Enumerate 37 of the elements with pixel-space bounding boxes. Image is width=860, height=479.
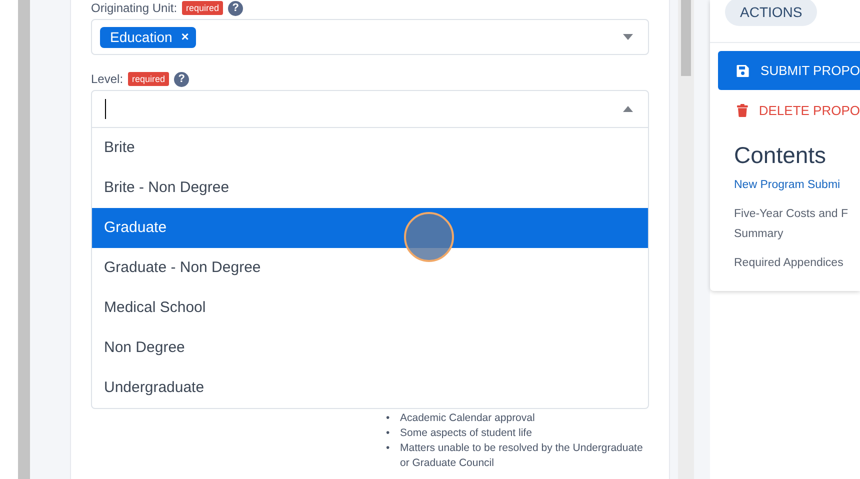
dropdown-option[interactable]: Non Degree bbox=[92, 328, 648, 368]
contents-link[interactable]: New Program Submi bbox=[734, 175, 860, 195]
dropdown-option[interactable]: Graduate - Non Degree bbox=[92, 248, 648, 288]
dropdown-option[interactable]: Medical School bbox=[92, 288, 648, 328]
bullet-item: or Graduate Council bbox=[400, 456, 494, 471]
submit-button[interactable]: SUBMIT PROPO bbox=[718, 51, 860, 90]
dropdown-option[interactable]: Brite - Non Degree bbox=[92, 168, 648, 208]
dropdown-option[interactable]: Graduate bbox=[92, 208, 648, 248]
contents-heading: Contents bbox=[734, 142, 828, 169]
bullet-item: Some aspects of student life bbox=[400, 426, 532, 441]
scrollbar-thumb[interactable] bbox=[681, 0, 691, 76]
bullet-item: Matters unable to be resolved by the Undergraduate bbox=[400, 441, 643, 456]
contents-item[interactable]: Five-Year Costs and F Summary bbox=[734, 204, 860, 244]
select-field[interactable]: Education × bbox=[91, 19, 649, 55]
actions-tab[interactable]: ACTIONS bbox=[725, 0, 818, 26]
tag-label: Education bbox=[110, 28, 172, 44]
bullet-marker: • bbox=[386, 441, 391, 456]
select-field[interactable] bbox=[91, 90, 649, 128]
trash-icon bbox=[737, 101, 748, 120]
delete-button[interactable]: DELETE PROPO bbox=[718, 91, 860, 130]
field-label: Originating Unit: bbox=[91, 1, 178, 15]
dropdown-option[interactable]: Brite bbox=[92, 128, 648, 168]
bullet-item: Academic Calendar approval bbox=[400, 411, 535, 426]
help-icon[interactable]: ? bbox=[174, 72, 190, 86]
scrollbar[interactable] bbox=[678, 0, 694, 479]
required-badge: required bbox=[182, 1, 224, 15]
required-badge: required bbox=[128, 72, 170, 86]
contents-item[interactable]: Required Appendices bbox=[734, 253, 860, 273]
bullet-marker: • bbox=[386, 411, 391, 426]
bullet-marker: • bbox=[386, 426, 391, 441]
scrollbar[interactable] bbox=[18, 0, 30, 479]
field-label: Level: bbox=[91, 72, 124, 86]
help-icon[interactable]: ? bbox=[228, 0, 244, 16]
caret-icon bbox=[622, 33, 634, 41]
dropdown-option[interactable]: Undergraduate bbox=[92, 368, 648, 408]
caret-icon bbox=[622, 105, 634, 113]
remove-tag-button[interactable]: × bbox=[181, 29, 189, 44]
